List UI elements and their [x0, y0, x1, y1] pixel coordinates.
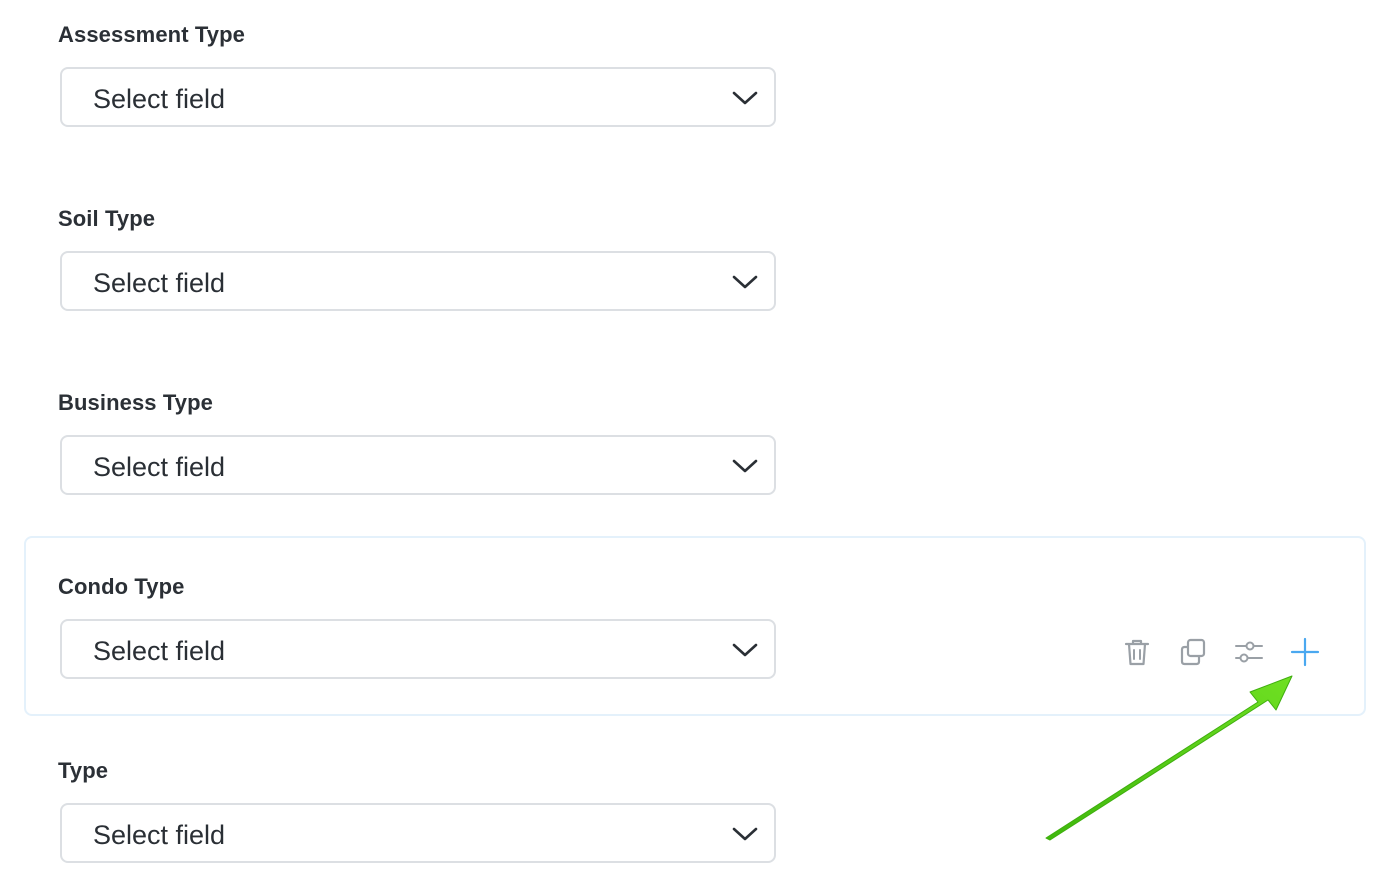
form-page: Assessment Type Select field Soil Type S… [0, 0, 1398, 886]
copy-icon [1180, 638, 1206, 666]
select-value: Select field [93, 84, 226, 114]
assessment-type-select[interactable]: Select field [60, 67, 776, 127]
sliders-icon [1235, 641, 1263, 663]
select-value: Select field [93, 820, 226, 850]
chevron-down-icon [732, 91, 758, 105]
soil-type-select[interactable]: Select field [60, 251, 776, 311]
field-label: Business Type [58, 390, 213, 415]
field-settings-button[interactable] [1232, 635, 1266, 669]
chevron-down-icon [732, 643, 758, 657]
type-select[interactable]: Select field [60, 803, 776, 863]
add-field-button[interactable] [1288, 635, 1322, 669]
field-label: Condo Type [58, 574, 185, 599]
field-label: Type [58, 758, 109, 783]
duplicate-field-button[interactable] [1176, 635, 1210, 669]
chevron-down-icon [732, 275, 758, 289]
condo-type-select[interactable]: Select field [60, 619, 776, 679]
field-label: Assessment Type [58, 22, 245, 47]
plus-icon [1290, 637, 1320, 667]
trash-icon [1124, 639, 1150, 666]
chevron-down-icon [732, 827, 758, 841]
select-value: Select field [93, 452, 226, 482]
field-label: Soil Type [58, 206, 156, 231]
chevron-down-icon [732, 459, 758, 473]
delete-field-button[interactable] [1120, 635, 1154, 669]
select-value: Select field [93, 268, 226, 298]
select-value: Select field [93, 636, 226, 666]
business-type-select[interactable]: Select field [60, 435, 776, 495]
